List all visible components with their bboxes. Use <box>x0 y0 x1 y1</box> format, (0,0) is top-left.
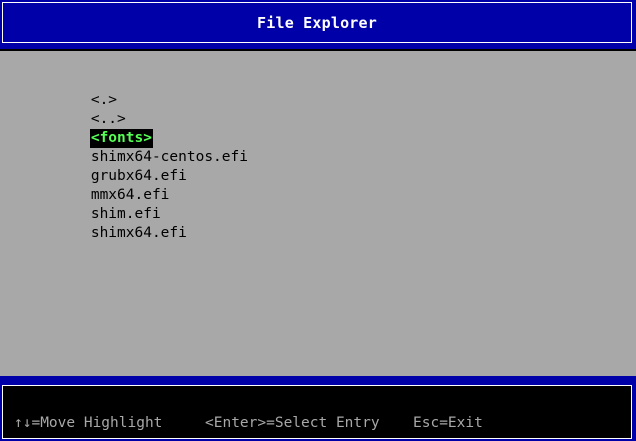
file-explorer-screen: File Explorer <.> <..> <fonts> shimx64-c… <box>0 0 636 441</box>
file-list: <.> <..> <fonts> shimx64-centos.efi grub… <box>20 72 249 241</box>
file-list-panel: <.> <..> <fonts> shimx64-centos.efi grub… <box>0 51 636 376</box>
file-entry-label: <fonts> <box>89 129 153 148</box>
title-bar: File Explorer <box>0 0 636 49</box>
file-entry-label: shimx64.efi <box>90 225 187 241</box>
file-entry-label: shimx64-centos.efi <box>90 149 248 165</box>
move-highlight-hint: ↑↓=Move Highlight <box>14 415 163 431</box>
file-entry-current-dir[interactable]: <.> <box>20 72 249 108</box>
file-entry-label: mmx64.efi <box>90 187 170 203</box>
status-bar: ↑↓=Move Highlight <Enter>=Select Entry E… <box>0 376 636 441</box>
file-entry-label: grubx64.efi <box>90 168 187 184</box>
select-entry-hint: <Enter>=Select Entry <box>205 415 380 431</box>
window-title: File Explorer <box>257 13 377 32</box>
file-entry-label: <.> <box>90 92 118 108</box>
title-bar-frame: File Explorer <box>2 2 632 43</box>
file-entry-label: shim.efi <box>90 206 161 222</box>
file-entry-label: <..> <box>90 111 126 127</box>
exit-hint: Esc=Exit <box>413 415 483 431</box>
